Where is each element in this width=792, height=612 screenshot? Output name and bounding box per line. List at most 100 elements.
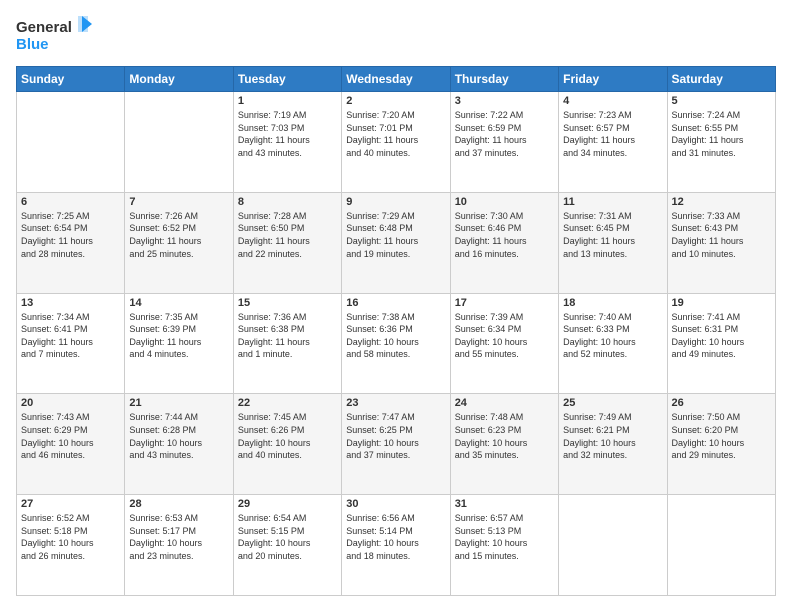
weekday-monday: Monday bbox=[125, 67, 233, 92]
day-info: Sunrise: 7:22 AM Sunset: 6:59 PM Dayligh… bbox=[455, 109, 554, 159]
day-number: 11 bbox=[563, 196, 662, 208]
day-info: Sunrise: 7:31 AM Sunset: 6:45 PM Dayligh… bbox=[563, 210, 662, 260]
day-number: 1 bbox=[238, 95, 337, 107]
day-cell bbox=[125, 92, 233, 193]
day-info: Sunrise: 7:20 AM Sunset: 7:01 PM Dayligh… bbox=[346, 109, 445, 159]
day-number: 7 bbox=[129, 196, 228, 208]
day-number: 13 bbox=[21, 297, 120, 309]
day-number: 19 bbox=[672, 297, 771, 309]
day-number: 28 bbox=[129, 498, 228, 510]
day-info: Sunrise: 7:47 AM Sunset: 6:25 PM Dayligh… bbox=[346, 411, 445, 461]
day-number: 30 bbox=[346, 498, 445, 510]
week-row-4: 27Sunrise: 6:52 AM Sunset: 5:18 PM Dayli… bbox=[17, 495, 776, 596]
day-cell: 1 Sunrise: 7:19 AM Sunset: 7:03 PM Daylig… bbox=[233, 92, 341, 193]
day-number: 3 bbox=[455, 95, 554, 107]
day-info: Sunrise: 6:54 AM Sunset: 5:15 PM Dayligh… bbox=[238, 512, 337, 562]
day-number: 2 bbox=[346, 95, 445, 107]
day-number: 8 bbox=[238, 196, 337, 208]
day-cell: 3 Sunrise: 7:22 AM Sunset: 6:59 PM Daylig… bbox=[450, 92, 558, 193]
day-cell bbox=[667, 495, 775, 596]
day-info: Sunrise: 7:33 AM Sunset: 6:43 PM Dayligh… bbox=[672, 210, 771, 260]
day-number: 21 bbox=[129, 397, 228, 409]
weekday-tuesday: Tuesday bbox=[233, 67, 341, 92]
day-info: Sunrise: 7:49 AM Sunset: 6:21 PM Dayligh… bbox=[563, 411, 662, 461]
day-info: Sunrise: 7:38 AM Sunset: 6:36 PM Dayligh… bbox=[346, 311, 445, 361]
day-cell: 24 Sunrise: 7:48 AM Sunset: 6:23 PM Dayli… bbox=[450, 394, 558, 495]
day-info: Sunrise: 7:48 AM Sunset: 6:23 PM Dayligh… bbox=[455, 411, 554, 461]
day-info: Sunrise: 7:30 AM Sunset: 6:46 PM Dayligh… bbox=[455, 210, 554, 260]
day-cell: 15Sunrise: 7:36 AM Sunset: 6:38 PM Dayli… bbox=[233, 293, 341, 394]
weekday-thursday: Thursday bbox=[450, 67, 558, 92]
day-info: Sunrise: 7:24 AM Sunset: 6:55 PM Dayligh… bbox=[672, 109, 771, 159]
day-number: 18 bbox=[563, 297, 662, 309]
day-number: 20 bbox=[21, 397, 120, 409]
day-cell: 28 Sunrise: 6:53 AM Sunset: 5:17 PM Dayli… bbox=[125, 495, 233, 596]
week-row-3: 20 Sunrise: 7:43 AM Sunset: 6:29 PM Dayli… bbox=[17, 394, 776, 495]
day-cell: 19 Sunrise: 7:41 AM Sunset: 6:31 PM Dayli… bbox=[667, 293, 775, 394]
day-number: 27 bbox=[21, 498, 120, 510]
day-info: Sunrise: 7:44 AM Sunset: 6:28 PM Dayligh… bbox=[129, 411, 228, 461]
day-info: Sunrise: 7:45 AM Sunset: 6:26 PM Dayligh… bbox=[238, 411, 337, 461]
day-number: 26 bbox=[672, 397, 771, 409]
logo-icon: General Blue bbox=[16, 16, 96, 56]
day-cell: 13Sunrise: 7:34 AM Sunset: 6:41 PM Dayli… bbox=[17, 293, 125, 394]
day-info: Sunrise: 7:29 AM Sunset: 6:48 PM Dayligh… bbox=[346, 210, 445, 260]
day-cell: 6 Sunrise: 7:25 AM Sunset: 6:54 PM Daylig… bbox=[17, 192, 125, 293]
day-info: Sunrise: 7:43 AM Sunset: 6:29 PM Dayligh… bbox=[21, 411, 120, 461]
day-number: 25 bbox=[563, 397, 662, 409]
day-info: Sunrise: 7:36 AM Sunset: 6:38 PM Dayligh… bbox=[238, 311, 337, 361]
day-cell bbox=[559, 495, 667, 596]
day-cell: 4 Sunrise: 7:23 AM Sunset: 6:57 PM Daylig… bbox=[559, 92, 667, 193]
day-cell: 18 Sunrise: 7:40 AM Sunset: 6:33 PM Dayli… bbox=[559, 293, 667, 394]
day-cell: 11 Sunrise: 7:31 AM Sunset: 6:45 PM Dayli… bbox=[559, 192, 667, 293]
day-number: 29 bbox=[238, 498, 337, 510]
week-row-0: 1 Sunrise: 7:19 AM Sunset: 7:03 PM Daylig… bbox=[17, 92, 776, 193]
logo: General Blue bbox=[16, 16, 96, 56]
day-cell: 7 Sunrise: 7:26 AM Sunset: 6:52 PM Daylig… bbox=[125, 192, 233, 293]
day-number: 6 bbox=[21, 196, 120, 208]
day-cell: 12 Sunrise: 7:33 AM Sunset: 6:43 PM Dayli… bbox=[667, 192, 775, 293]
day-info: Sunrise: 7:26 AM Sunset: 6:52 PM Dayligh… bbox=[129, 210, 228, 260]
day-info: Sunrise: 7:19 AM Sunset: 7:03 PM Dayligh… bbox=[238, 109, 337, 159]
day-number: 16 bbox=[346, 297, 445, 309]
week-row-2: 13Sunrise: 7:34 AM Sunset: 6:41 PM Dayli… bbox=[17, 293, 776, 394]
day-info: Sunrise: 7:39 AM Sunset: 6:34 PM Dayligh… bbox=[455, 311, 554, 361]
weekday-header-row: SundayMondayTuesdayWednesdayThursdayFrid… bbox=[17, 67, 776, 92]
day-cell: 14Sunrise: 7:35 AM Sunset: 6:39 PM Dayli… bbox=[125, 293, 233, 394]
day-cell: 25 Sunrise: 7:49 AM Sunset: 6:21 PM Dayli… bbox=[559, 394, 667, 495]
day-cell: 31 Sunrise: 6:57 AM Sunset: 5:13 PM Dayli… bbox=[450, 495, 558, 596]
weekday-friday: Friday bbox=[559, 67, 667, 92]
day-number: 12 bbox=[672, 196, 771, 208]
day-number: 5 bbox=[672, 95, 771, 107]
day-number: 4 bbox=[563, 95, 662, 107]
day-cell: 8 Sunrise: 7:28 AM Sunset: 6:50 PM Daylig… bbox=[233, 192, 341, 293]
day-number: 24 bbox=[455, 397, 554, 409]
header: General Blue bbox=[16, 16, 776, 56]
day-info: Sunrise: 6:57 AM Sunset: 5:13 PM Dayligh… bbox=[455, 512, 554, 562]
weekday-saturday: Saturday bbox=[667, 67, 775, 92]
day-number: 31 bbox=[455, 498, 554, 510]
day-number: 17 bbox=[455, 297, 554, 309]
day-info: Sunrise: 7:40 AM Sunset: 6:33 PM Dayligh… bbox=[563, 311, 662, 361]
day-cell: 16 Sunrise: 7:38 AM Sunset: 6:36 PM Dayli… bbox=[342, 293, 450, 394]
day-cell: 22Sunrise: 7:45 AM Sunset: 6:26 PM Dayli… bbox=[233, 394, 341, 495]
day-info: Sunrise: 7:28 AM Sunset: 6:50 PM Dayligh… bbox=[238, 210, 337, 260]
svg-text:Blue: Blue bbox=[16, 36, 49, 53]
day-number: 14 bbox=[129, 297, 228, 309]
calendar-page: General Blue SundayMondayTuesdayWednesda… bbox=[0, 0, 792, 612]
day-cell: 9 Sunrise: 7:29 AM Sunset: 6:48 PM Daylig… bbox=[342, 192, 450, 293]
day-info: Sunrise: 7:41 AM Sunset: 6:31 PM Dayligh… bbox=[672, 311, 771, 361]
day-number: 23 bbox=[346, 397, 445, 409]
day-cell: 27Sunrise: 6:52 AM Sunset: 5:18 PM Dayli… bbox=[17, 495, 125, 596]
calendar-table: SundayMondayTuesdayWednesdayThursdayFrid… bbox=[16, 66, 776, 596]
week-row-1: 6 Sunrise: 7:25 AM Sunset: 6:54 PM Daylig… bbox=[17, 192, 776, 293]
svg-text:General: General bbox=[16, 19, 72, 36]
day-cell: 29 Sunrise: 6:54 AM Sunset: 5:15 PM Dayli… bbox=[233, 495, 341, 596]
day-number: 9 bbox=[346, 196, 445, 208]
day-cell: 21 Sunrise: 7:44 AM Sunset: 6:28 PM Dayli… bbox=[125, 394, 233, 495]
day-info: Sunrise: 6:53 AM Sunset: 5:17 PM Dayligh… bbox=[129, 512, 228, 562]
weekday-wednesday: Wednesday bbox=[342, 67, 450, 92]
day-cell: 5 Sunrise: 7:24 AM Sunset: 6:55 PM Daylig… bbox=[667, 92, 775, 193]
day-info: Sunrise: 7:23 AM Sunset: 6:57 PM Dayligh… bbox=[563, 109, 662, 159]
day-info: Sunrise: 7:25 AM Sunset: 6:54 PM Dayligh… bbox=[21, 210, 120, 260]
